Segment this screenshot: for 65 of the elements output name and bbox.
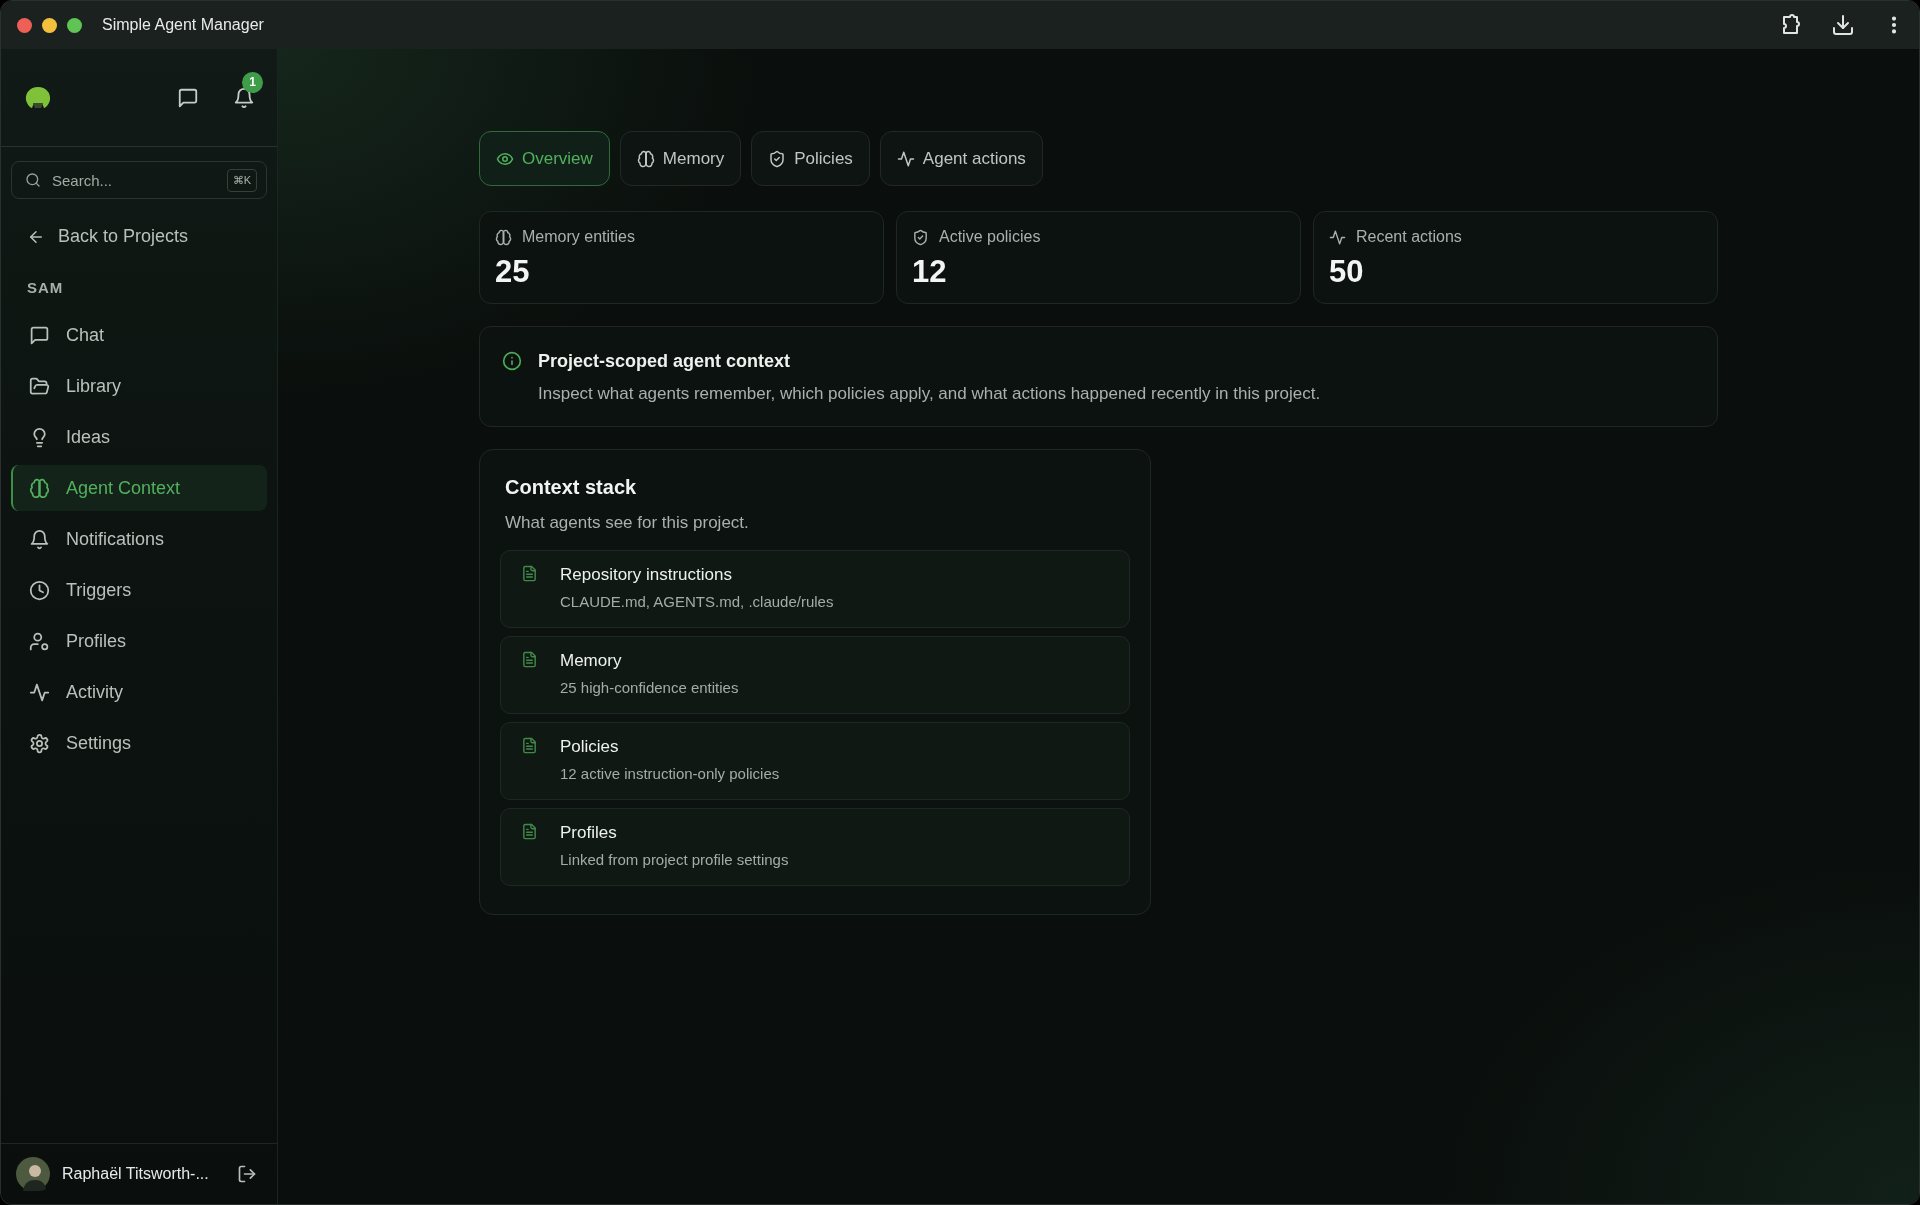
folder-icon: [29, 375, 50, 397]
info-title: Project-scoped agent context: [538, 351, 792, 372]
notification-badge: 1: [242, 71, 263, 93]
download-icon[interactable]: [1831, 13, 1855, 37]
user-name: Raphaël Titsworth-...: [62, 1165, 210, 1183]
context-item-detail: 12 active instruction-only policies: [560, 765, 780, 782]
nav-item[interactable]: Chat: [11, 312, 267, 358]
search-icon: [25, 172, 41, 188]
brain-icon: [29, 477, 50, 499]
card-title: Context stack: [505, 476, 638, 499]
tab[interactable]: Overview: [479, 131, 610, 186]
context-item-title: Profiles: [560, 823, 618, 843]
shield-icon: [912, 228, 929, 246]
settings-icon: [29, 732, 50, 754]
stat-value: 25: [495, 254, 531, 290]
minimize-window-button[interactable]: [42, 17, 57, 33]
context-item-detail: CLAUDE.md, AGENTS.md, .claude/rules: [560, 593, 834, 610]
card-subtitle: What agents see for this project.: [505, 513, 750, 533]
clock-icon: [29, 579, 50, 601]
tab[interactable]: Memory: [619, 131, 742, 186]
back-link[interactable]: Back to Projects: [27, 226, 189, 247]
close-window-button[interactable]: [17, 17, 32, 33]
nav-item[interactable]: Library: [11, 363, 267, 409]
brain-icon: [636, 149, 655, 168]
document-icon: [521, 565, 538, 582]
shield-icon: [768, 149, 787, 168]
logout-icon[interactable]: [237, 1164, 257, 1184]
message-icon[interactable]: [177, 86, 199, 109]
document-icon: [521, 823, 538, 840]
nav-item[interactable]: Profiles: [11, 618, 267, 664]
context-item-title: Policies: [560, 737, 620, 757]
maximize-window-button[interactable]: [67, 17, 82, 33]
window-title: Simple Agent Manager: [102, 16, 264, 34]
brain-icon: [495, 228, 512, 246]
tab[interactable]: Policies: [751, 131, 870, 186]
context-item-detail: 25 high-confidence entities: [560, 679, 739, 696]
bell-icon[interactable]: [233, 86, 255, 109]
stat-value: 50: [1329, 254, 1365, 290]
section-heading: SAM: [27, 279, 64, 296]
stat-label: Memory entities: [522, 228, 635, 246]
tab[interactable]: Agent actions: [879, 131, 1043, 186]
nav-item[interactable]: Activity: [11, 669, 267, 715]
stat-value: 12: [912, 254, 948, 290]
message-icon: [29, 324, 50, 346]
context-item-detail: Linked from project profile settings: [560, 851, 789, 868]
pulse-icon: [1329, 228, 1346, 246]
nav-item[interactable]: Ideas: [11, 414, 267, 460]
info-icon: [502, 351, 522, 371]
user-gear-icon: [29, 630, 50, 652]
nav-item[interactable]: Settings: [11, 720, 267, 766]
context-item-title: Memory: [560, 651, 623, 671]
nav-item[interactable]: Triggers: [11, 567, 267, 613]
stat-label: Active policies: [939, 228, 1041, 246]
info-text: Inspect what agents remember, which policies apply, and what actions happened recently in this project.: [538, 384, 1321, 404]
pulse-icon: [29, 681, 50, 703]
document-icon: [521, 651, 538, 668]
bell-icon: [29, 528, 50, 550]
shortcut-hint: ⌘K: [226, 169, 257, 192]
pulse-icon: [896, 149, 915, 168]
nav-item[interactable]: Notifications: [11, 516, 267, 562]
nav-item[interactable]: Agent Context: [11, 465, 267, 511]
context-item-title: Repository instructions: [560, 565, 733, 585]
avatar[interactable]: [16, 1157, 50, 1191]
document-icon: [521, 737, 538, 754]
stat-label: Recent actions: [1356, 228, 1462, 246]
